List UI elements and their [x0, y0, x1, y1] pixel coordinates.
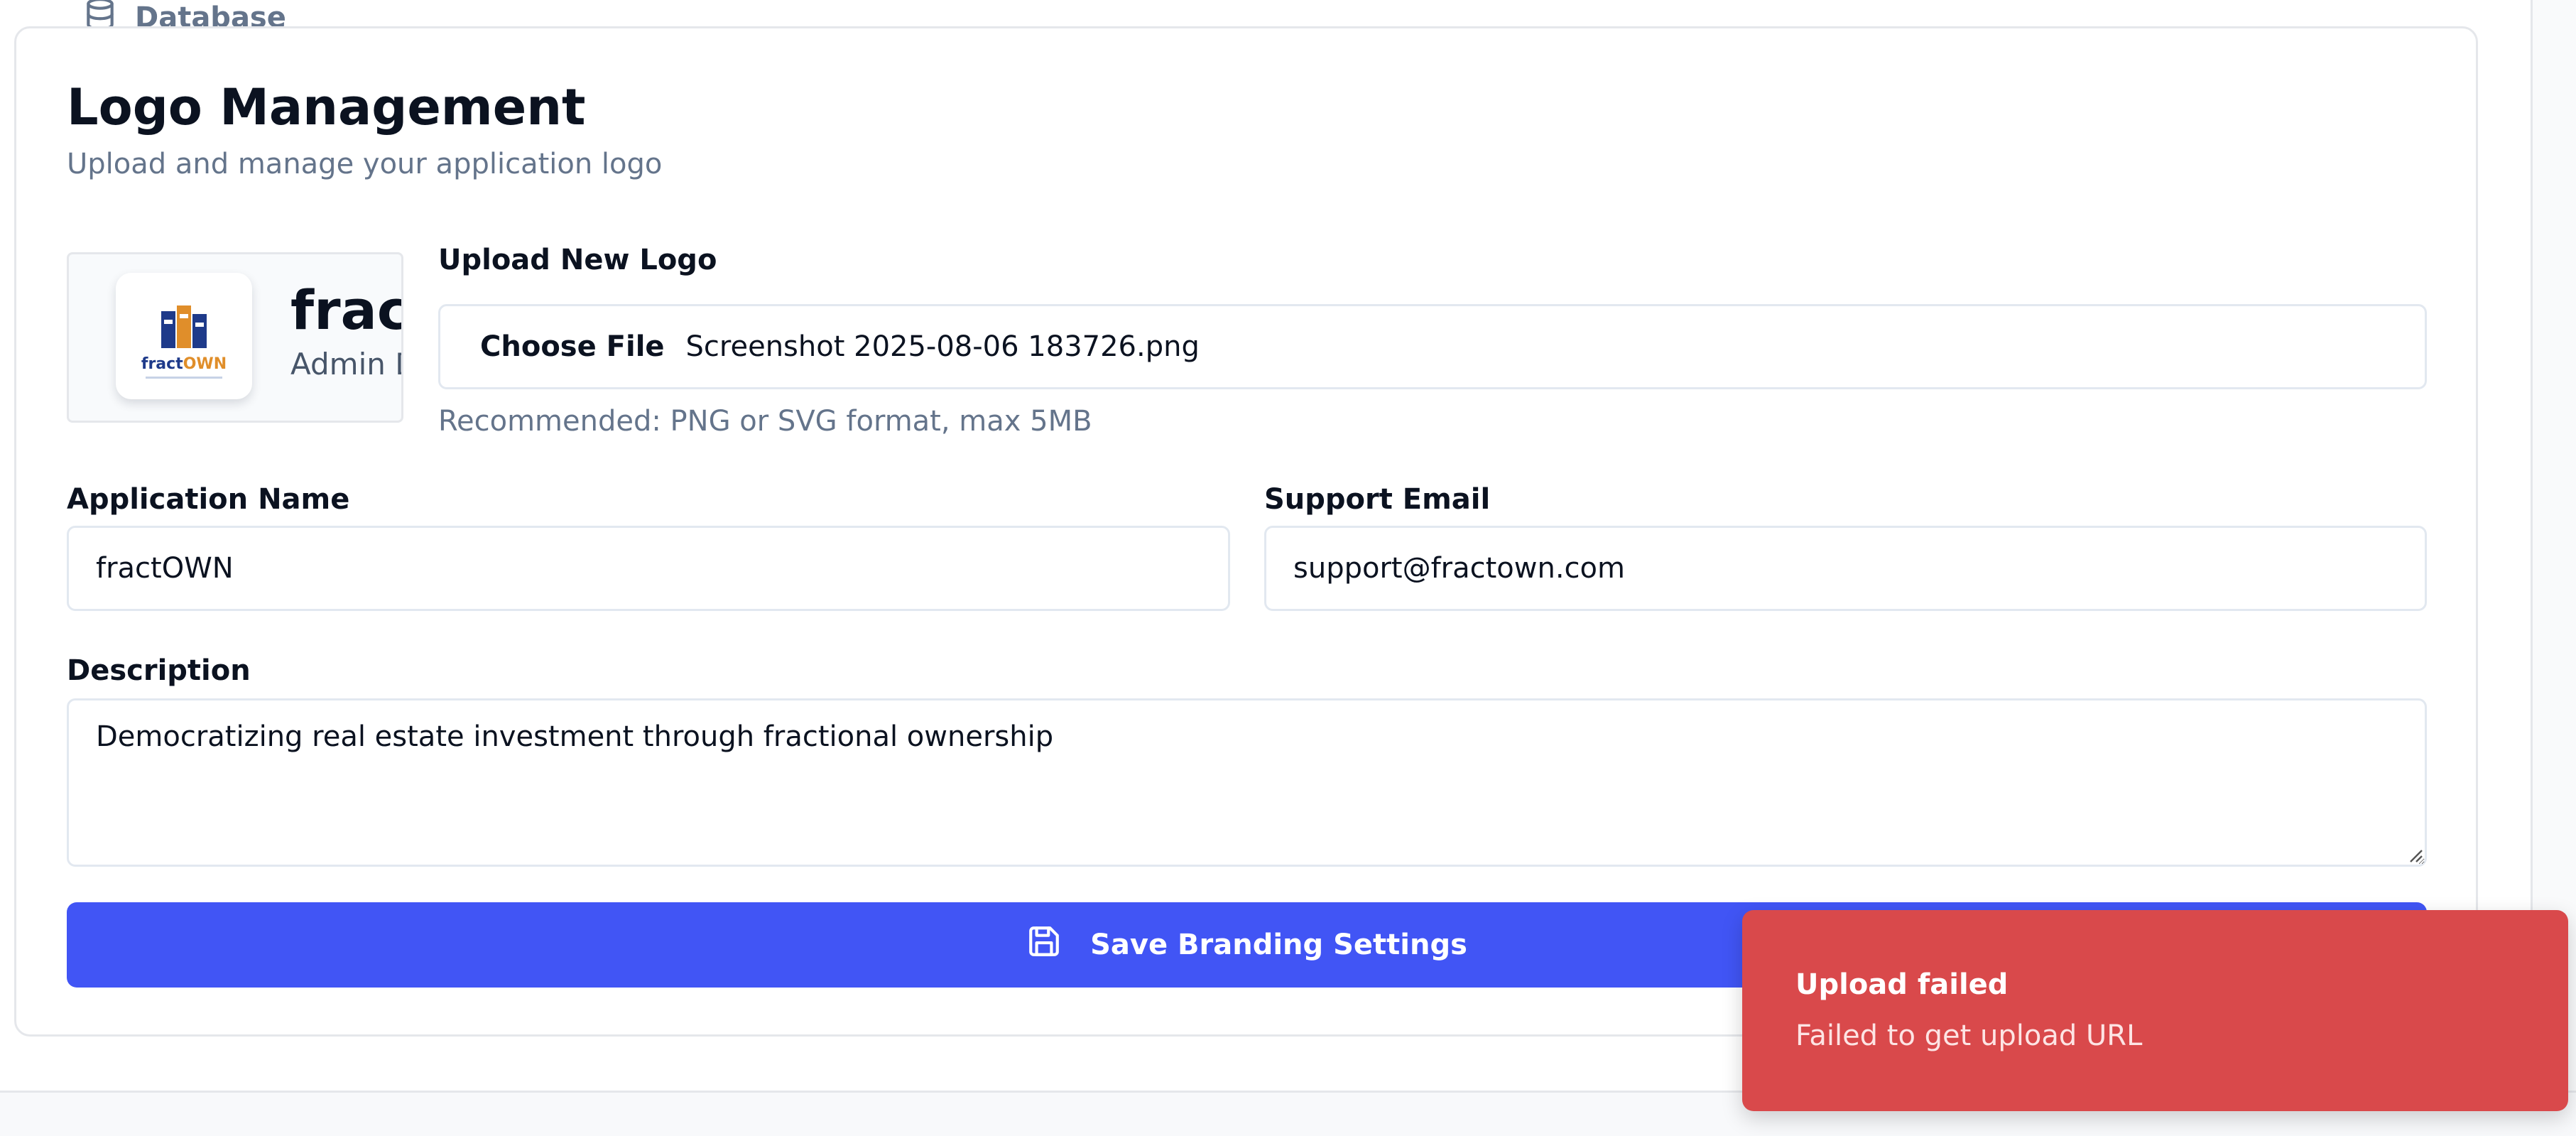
- logo-tagline: [146, 377, 222, 379]
- choose-file-button[interactable]: Choose File: [480, 330, 665, 363]
- description-label: Description: [67, 654, 251, 687]
- logo-image: fractOWN: [116, 273, 252, 399]
- save-button-label: Save Branding Settings: [1090, 929, 1467, 961]
- support-email-label: Support Email: [1264, 483, 1491, 516]
- selected-file-name: Screenshot 2025-08-06 183726.png: [685, 330, 1200, 363]
- upload-logo-label: Upload New Logo: [438, 244, 717, 276]
- preview-app-subtitle: Admin D: [290, 347, 401, 382]
- support-email-input[interactable]: [1264, 526, 2427, 611]
- save-icon: [1026, 924, 1062, 966]
- logo-wordmark: fractOWN: [141, 355, 227, 373]
- error-toast[interactable]: Upload failed Failed to get upload URL: [1742, 910, 2568, 1111]
- logo-file-input[interactable]: Choose File Screenshot 2025-08-06 183726…: [438, 304, 2427, 389]
- resize-handle-icon[interactable]: [2406, 846, 2423, 863]
- section-subtitle: Upload and manage your application logo: [67, 148, 663, 180]
- section-title: Logo Management: [67, 78, 586, 136]
- toast-message: Failed to get upload URL: [1795, 1019, 2143, 1052]
- toast-title: Upload failed: [1795, 968, 2009, 1001]
- app-name-input[interactable]: [67, 526, 1230, 611]
- app-name-label: Application Name: [67, 483, 350, 516]
- building-logo-icon: [161, 305, 207, 348]
- logo-preview: fractOWN fract Admin D: [67, 252, 403, 423]
- upload-hint: Recommended: PNG or SVG format, max 5MB: [438, 405, 1092, 438]
- description-textarea[interactable]: Democratizing real estate investment thr…: [67, 698, 2427, 867]
- preview-app-name: fract: [290, 278, 401, 342]
